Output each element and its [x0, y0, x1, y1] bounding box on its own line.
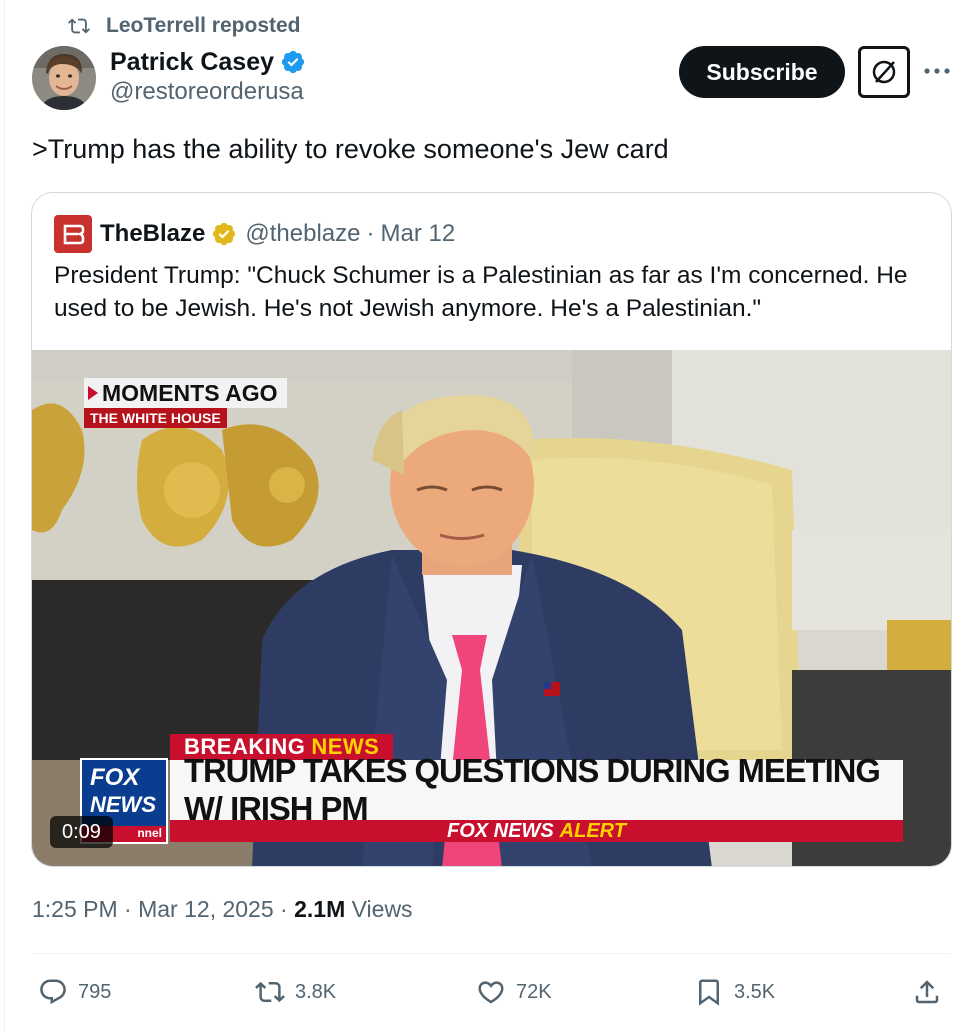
fox-logo-line-1: FOX — [90, 764, 140, 791]
reply-icon — [40, 979, 66, 1005]
theblaze-logo-icon — [63, 224, 85, 245]
like-button[interactable]: 72K — [476, 970, 552, 1014]
verified-badge-icon[interactable] — [280, 49, 306, 75]
tweet-text: >Trump has the ability to revoke someone… — [32, 134, 669, 164]
action-bar: 795 3.8K 72K 3.5K — [0, 970, 980, 1014]
repost-button[interactable]: 3.8K — [255, 970, 336, 1014]
repost-text: LeoTerrell reposted — [106, 14, 301, 37]
subscribe-button[interactable]: Subscribe — [679, 46, 845, 98]
quoted-author-handle[interactable]: @theblaze — [245, 220, 360, 248]
quoted-tweet-text: President Trump: "Chuck Schumer is a Pal… — [54, 262, 908, 322]
quoted-tweet-card[interactable]: TheBlaze @theblaze · Mar 12 President Tr… — [31, 192, 952, 867]
repost-count: 3.8K — [295, 980, 337, 1003]
video-timer: 0:09 — [50, 816, 113, 848]
avatar-image — [32, 46, 96, 110]
play-triangle-icon — [88, 386, 98, 400]
repost-icon — [68, 18, 90, 34]
bookmark-icon — [699, 979, 719, 1006]
post-time[interactable]: 1:25 PM — [32, 896, 118, 922]
video-player[interactable]: MOMENTS AGO THE WHITE HOUSE BREAKING NEW… — [32, 350, 951, 866]
reply-button[interactable]: 795 — [38, 970, 111, 1014]
share-button[interactable] — [912, 970, 952, 1014]
views-label: Views — [351, 896, 413, 922]
author-handle[interactable]: @restoreorderusa — [110, 78, 306, 106]
quoted-date[interactable]: Mar 12 — [380, 220, 455, 248]
views-count: 2.1M — [294, 896, 346, 922]
more-button[interactable] — [920, 56, 954, 86]
like-count: 72K — [516, 980, 552, 1003]
meta-separator: · — [280, 896, 288, 922]
left-border — [4, 0, 5, 1032]
quoted-separator: · — [366, 220, 375, 247]
heart-icon — [478, 981, 504, 1004]
author-block[interactable]: Patrick Casey @restoreorderusa — [110, 44, 306, 106]
reply-count: 795 — [78, 980, 112, 1003]
quoted-tweet-header: TheBlaze @theblaze · Mar 12 — [54, 215, 455, 253]
headline-chyron: TRUMP TAKES QUESTIONS DURING MEETING W/ … — [170, 752, 903, 827]
alert-text-1: FOX NEWS — [447, 819, 554, 842]
moments-ago-text: MOMENTS AGO — [102, 379, 278, 406]
alert-bar: FOX NEWS ALERT — [170, 820, 903, 842]
headline-text: TRUMP TAKES QUESTIONS DURING MEETING W/ … — [184, 752, 881, 827]
repost-icon — [255, 981, 285, 1003]
bookmark-button[interactable]: 3.5K — [694, 970, 775, 1014]
more-icon — [924, 68, 950, 74]
fox-logo-line-2: NEWS — [90, 792, 156, 817]
post-date[interactable]: Mar 12, 2025 — [138, 896, 274, 922]
grok-button[interactable] — [858, 46, 910, 98]
gold-verified-badge-icon[interactable] — [211, 221, 237, 247]
author-name[interactable]: Patrick Casey — [110, 48, 274, 77]
moments-ago-label: MOMENTS AGO — [84, 378, 288, 408]
grok-icon — [872, 60, 896, 84]
theblaze-avatar[interactable] — [54, 215, 92, 253]
tweet-meta: 1:25 PM · Mar 12, 2025 · 2.1M Views — [32, 896, 413, 923]
divider — [32, 953, 950, 954]
quoted-author-name[interactable]: TheBlaze — [100, 220, 205, 248]
location-label: THE WHITE HOUSE — [84, 408, 227, 428]
avatar[interactable] — [32, 46, 96, 110]
meta-separator: · — [124, 896, 132, 922]
bookmark-count: 3.5K — [734, 980, 776, 1003]
alert-text-2: ALERT — [559, 819, 626, 842]
repost-indicator[interactable]: LeoTerrell reposted — [68, 12, 301, 40]
share-icon — [915, 980, 939, 1004]
